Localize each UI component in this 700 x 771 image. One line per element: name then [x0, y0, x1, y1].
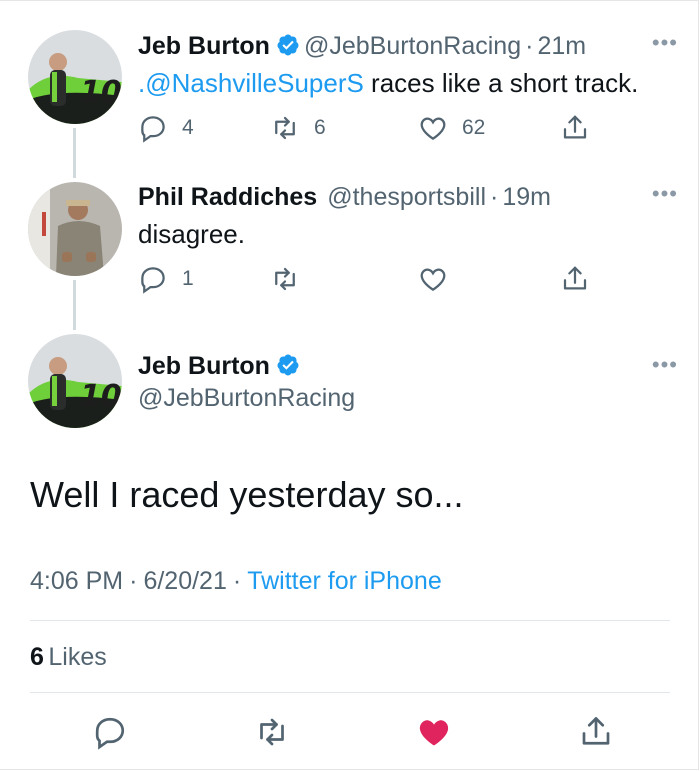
like-button[interactable] — [418, 264, 448, 294]
retweet-icon[interactable] — [254, 714, 290, 750]
share-icon — [563, 266, 587, 290]
author-handle[interactable]: @thesportsbill — [327, 183, 486, 211]
avatar[interactable]: 10 — [28, 334, 122, 428]
retweet-icon — [275, 267, 295, 291]
tweet-source-link[interactable]: Twitter for iPhone — [247, 567, 442, 595]
more-options-icon[interactable]: ••• — [652, 30, 678, 56]
tweet-header: Phil Raddiches @thesportsbill · 19m — [138, 183, 551, 212]
retweet-button[interactable] — [270, 264, 300, 294]
tweet-date[interactable]: 6/20/21 — [143, 567, 226, 595]
share-icon[interactable] — [578, 714, 614, 750]
separator-dot: · — [232, 567, 242, 595]
tweet-timestamp[interactable]: 21m — [537, 32, 586, 60]
reply-count: 4 — [182, 116, 194, 139]
share-button[interactable] — [560, 264, 590, 294]
heart-filled-icon[interactable] — [416, 714, 452, 750]
likes-count: 6 — [30, 643, 44, 671]
more-options-icon[interactable]: ••• — [652, 352, 678, 378]
author-handle[interactable]: @JebBurtonRacing — [138, 384, 355, 413]
thread-connector-line — [73, 128, 76, 178]
retweet-button[interactable]: 6 — [270, 113, 326, 143]
tweet-text: .@NashvilleSuperS races like a short tra… — [138, 68, 638, 99]
like-count: 62 — [462, 116, 486, 139]
main-author-name-row: Jeb Burton — [138, 352, 304, 381]
avatar[interactable] — [28, 182, 122, 276]
verified-badge-icon — [277, 354, 299, 376]
tweet-body: races like a short track. — [363, 68, 639, 98]
heart-icon — [420, 268, 446, 291]
share-button[interactable] — [560, 113, 590, 143]
tweet-timestamp[interactable]: 19m — [502, 183, 551, 211]
separator-dot: · — [525, 32, 534, 60]
reply-icon[interactable] — [92, 714, 128, 750]
author-handle[interactable]: @JebBurtonRacing — [304, 32, 521, 60]
likes-label: Likes — [48, 643, 107, 671]
separator-dot: · — [490, 183, 499, 211]
mention-link[interactable]: .@NashvilleSuperS — [138, 68, 364, 98]
reply-icon — [141, 116, 165, 143]
tweet-header: Jeb Burton @JebBurtonRacing · 21m — [138, 32, 586, 61]
author-name[interactable]: Jeb Burton — [138, 32, 270, 60]
share-icon — [563, 115, 587, 139]
separator-dot: · — [129, 567, 138, 595]
divider — [30, 692, 670, 693]
tweet-metadata: 4:06 PM · 6/20/21 · Twitter for iPhone — [30, 567, 442, 596]
main-tweet-text: Well I raced yesterday so... — [30, 474, 464, 515]
thread-connector-line — [73, 280, 76, 330]
tweet-time[interactable]: 4:06 PM — [30, 567, 123, 595]
reply-button[interactable]: 4 — [138, 113, 194, 143]
reply-icon — [141, 267, 165, 294]
like-button[interactable]: 62 — [418, 113, 485, 143]
verified-badge-icon — [277, 34, 299, 56]
more-options-icon[interactable]: ••• — [652, 181, 678, 207]
divider — [30, 620, 670, 621]
retweet-count: 6 — [314, 116, 326, 139]
tweet-text: disagree. — [138, 219, 245, 249]
reply-button[interactable]: 1 — [138, 264, 194, 294]
author-name[interactable]: Jeb Burton — [138, 352, 270, 380]
reply-count: 1 — [182, 267, 194, 290]
author-name[interactable]: Phil Raddiches — [138, 183, 317, 211]
likes-summary[interactable]: 6 Likes — [30, 643, 107, 672]
avatar[interactable]: 10 — [28, 30, 122, 124]
heart-icon — [420, 117, 446, 140]
retweet-icon — [275, 116, 295, 140]
